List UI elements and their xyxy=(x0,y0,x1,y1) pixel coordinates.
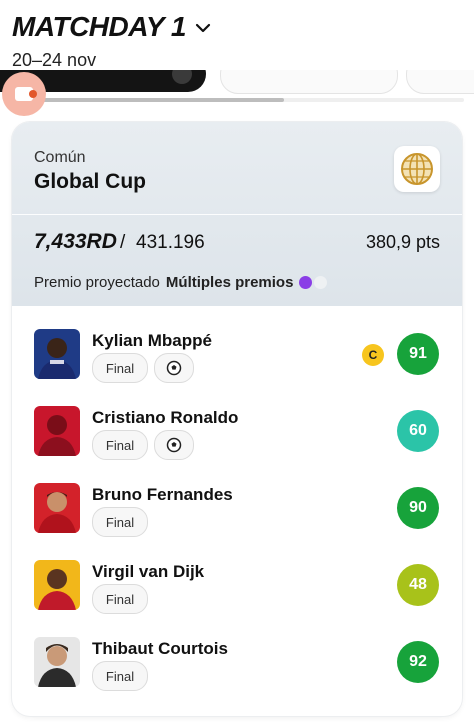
tabs-scroll-thumb[interactable] xyxy=(14,98,284,102)
player-score: 91 xyxy=(397,333,439,375)
soccer-ball-icon xyxy=(166,360,182,376)
tab-third[interactable] xyxy=(406,70,474,94)
league-card[interactable]: Común Global Cup 7,433RD / 431.196 380,9… xyxy=(12,122,462,716)
globe-icon xyxy=(394,146,440,192)
player-score: 90 xyxy=(397,487,439,529)
goal-chip xyxy=(154,353,194,383)
player-score: 48 xyxy=(397,564,439,606)
share-button[interactable] xyxy=(2,72,46,116)
player-avatar xyxy=(34,329,80,379)
matchday-title[interactable]: MATCHDAY 1 xyxy=(12,10,186,44)
match-status-chip: Final xyxy=(92,430,148,460)
league-summary: Común Global Cup 7,433RD / 431.196 380,9… xyxy=(12,122,462,306)
player-name: Kylian Mbappé xyxy=(92,331,212,350)
player-avatar xyxy=(34,637,80,687)
league-tabs xyxy=(0,70,474,96)
player-name: Thibaut Courtois xyxy=(92,639,228,658)
match-status-chip: Final xyxy=(92,661,148,691)
player-avatar xyxy=(34,406,80,456)
total-entries: 431.196 xyxy=(136,232,205,253)
player-row[interactable]: Virgil van Dijk Final 48 xyxy=(34,560,444,620)
share-icon xyxy=(15,87,37,101)
player-score: 92 xyxy=(397,641,439,683)
rank-row: 7,433RD / 431.196 380,9 pts xyxy=(34,230,440,256)
player-name: Bruno Fernandes xyxy=(92,485,233,504)
match-status-chip: Final xyxy=(92,584,148,614)
goal-chip xyxy=(154,430,194,460)
projected-prize[interactable]: Premio proyectado Múltiples premios xyxy=(34,272,328,292)
player-avatar xyxy=(34,483,80,533)
rank-separator: / xyxy=(120,232,126,253)
prize-token-icon xyxy=(299,275,313,289)
tabs-scroll-track[interactable] xyxy=(14,98,464,102)
player-row[interactable]: Cristiano Ronaldo Final 60 xyxy=(34,406,444,466)
matchday-dates: 20–24 nov xyxy=(12,50,97,70)
league-type: Común xyxy=(34,149,86,166)
chevron-down-icon[interactable] xyxy=(194,19,212,37)
tab-second[interactable] xyxy=(220,70,398,94)
prize-value: Múltiples premios xyxy=(165,273,294,291)
player-row[interactable]: Thibaut Courtois Final 92 xyxy=(34,637,444,697)
matchday-selector[interactable]: MATCHDAY 1 xyxy=(12,10,212,44)
player-row[interactable]: Kylian Mbappé Final C 91 xyxy=(34,329,444,389)
user-rank: 7,433RD xyxy=(34,230,117,253)
player-avatar xyxy=(34,560,80,610)
match-status-chip: Final xyxy=(92,507,148,537)
summary-divider xyxy=(12,214,462,215)
soccer-ball-icon xyxy=(166,437,182,453)
player-score: 60 xyxy=(397,410,439,452)
prize-token-icon-secondary xyxy=(314,275,328,289)
player-row[interactable]: Bruno Fernandes Final 90 xyxy=(34,483,444,543)
prize-label: Premio proyectado xyxy=(34,273,160,291)
league-name: Global Cup xyxy=(34,170,146,193)
tab-badge-icon xyxy=(172,70,192,84)
match-status-chip: Final xyxy=(92,353,148,383)
user-points: 380,9 pts xyxy=(365,232,440,252)
player-name: Cristiano Ronaldo xyxy=(92,408,239,427)
captain-badge: C xyxy=(362,344,384,366)
player-name: Virgil van Dijk xyxy=(92,562,205,581)
header: MATCHDAY 1 20–24 nov xyxy=(12,10,212,71)
